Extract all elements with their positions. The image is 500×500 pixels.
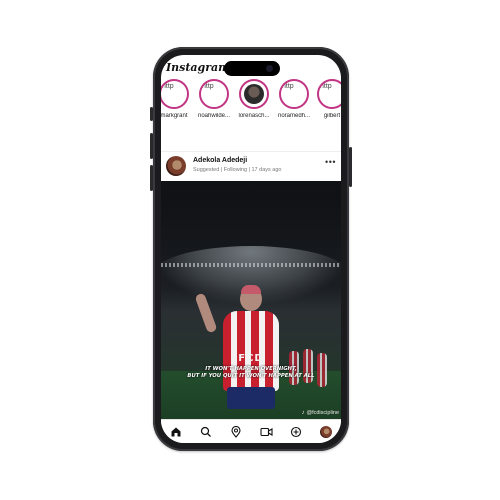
story-item[interactable]: http gilbert (313, 79, 341, 119)
stadium-lights (161, 263, 341, 267)
fcd-logo: FCD (238, 353, 264, 364)
broken-image-icon: http (202, 83, 214, 90)
story-ring: http (279, 79, 309, 109)
phone-frame: Instagram http markgrant http noahwilde.… (150, 47, 352, 451)
phone-side-button (150, 107, 153, 121)
profile-avatar[interactable] (318, 424, 334, 440)
story-ring: http (317, 79, 341, 109)
home-icon[interactable] (168, 424, 184, 440)
story-avatar (244, 84, 264, 104)
broken-image-icon: http (162, 83, 174, 90)
story-item[interactable]: lorenasch... (235, 79, 273, 119)
post-header: Adekola Adedeji Suggested | Following | … (161, 151, 341, 182)
quote-line-1: IT WON'T HAPPEN OVERNIGHT, (205, 366, 297, 372)
story-username: gilbert (323, 113, 341, 119)
story-item[interactable]: http noahwilde... (195, 79, 233, 119)
stories-row: http markgrant http noahwilde... lorenas… (161, 79, 341, 149)
story-username: noramedh... (277, 113, 311, 119)
dynamic-island (224, 61, 280, 76)
story-item[interactable]: http noramedh... (275, 79, 313, 119)
story-ring (239, 79, 269, 109)
plus-circle-icon[interactable] (288, 424, 304, 440)
search-icon[interactable] (198, 424, 214, 440)
post-author[interactable]: Adekola Adedeji (193, 157, 247, 164)
broken-image-icon: http (282, 83, 294, 90)
motivational-quote: IT WON'T HAPPEN OVERNIGHT, BUT IF YOU QU… (161, 366, 341, 380)
handle-text: @fcdiscipline (306, 410, 339, 416)
phone-volume-up (150, 133, 153, 159)
phone-screen: Instagram http markgrant http noahwilde.… (161, 55, 341, 443)
phone-power-button (349, 147, 352, 187)
post-media[interactable]: FCD IT WON'T HAPPEN OVERNIGHT, BUT IF YO… (161, 181, 341, 419)
profile-avatar-image (320, 426, 332, 438)
phone-volume-down (150, 165, 153, 191)
story-ring: http (161, 79, 189, 109)
tiktok-icon: ♪ (301, 410, 305, 416)
story-ring: http (199, 79, 229, 109)
player-hair (241, 285, 261, 294)
instagram-logo[interactable]: Instagram (166, 61, 230, 74)
post-meta: Suggested | Following | 17 days ago (193, 167, 282, 173)
video-camera-icon[interactable] (258, 424, 274, 440)
author-avatar[interactable] (166, 156, 186, 176)
player-shorts (227, 387, 275, 409)
watermark-handle: ♪ @fcdiscipline (302, 410, 339, 416)
story-item[interactable]: http markgrant (161, 79, 193, 119)
location-pin-icon[interactable] (228, 424, 244, 440)
bottom-tab-bar (161, 419, 341, 443)
story-username: lorenasch... (238, 113, 270, 119)
story-username: markgrant (161, 113, 188, 119)
story-username: noahwilde... (197, 113, 231, 119)
quote-line-2: BUT IF YOU QUIT IT WON'T HAPPEN AT ALL (187, 373, 315, 379)
broken-image-icon: http (320, 83, 332, 90)
more-options-icon[interactable]: ••• (325, 157, 336, 167)
